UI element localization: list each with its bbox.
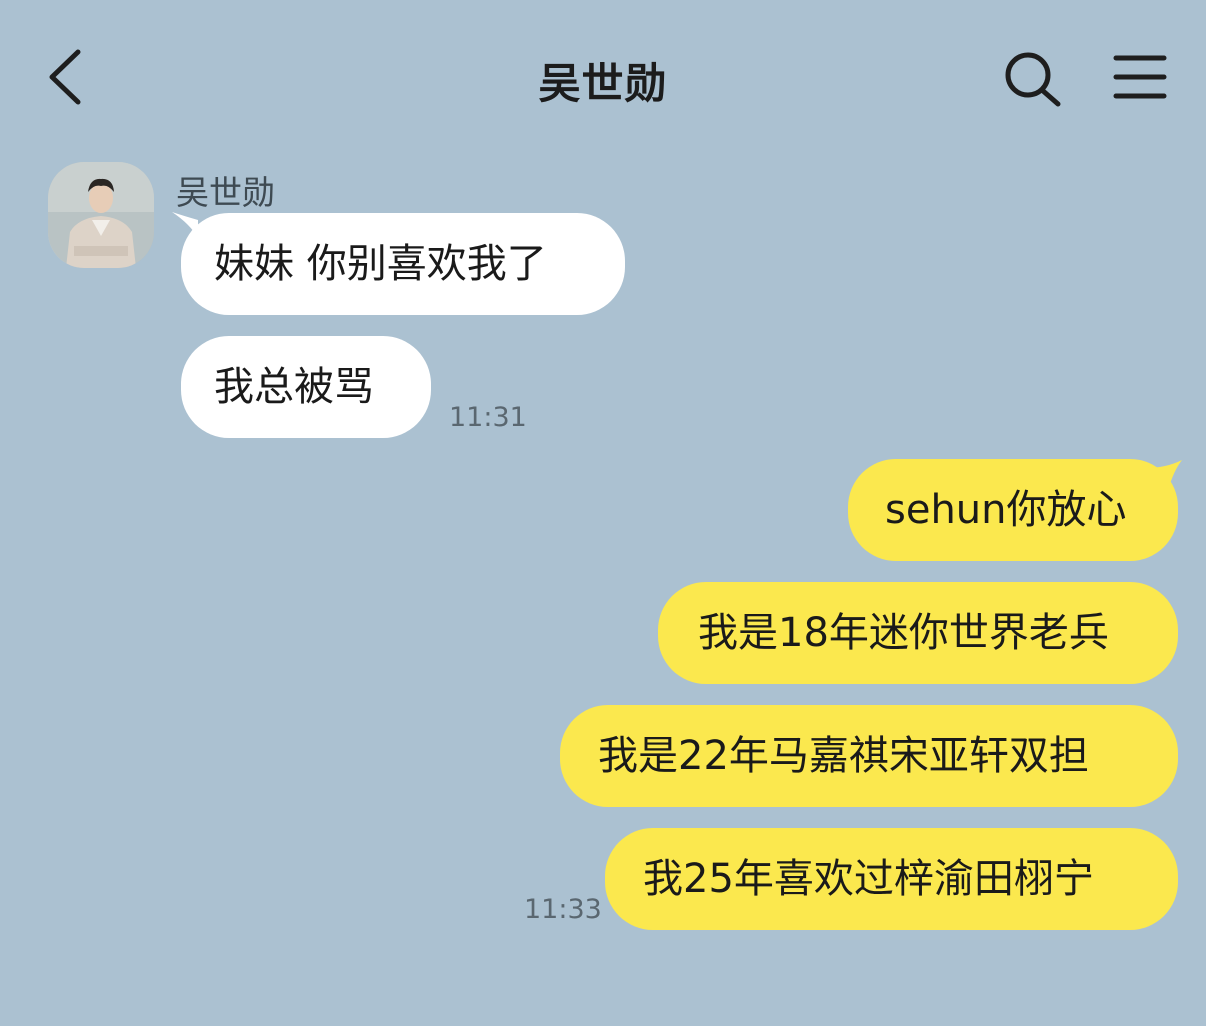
incoming-message: 我总被骂 <box>181 336 431 438</box>
message-text: 我是18年迷你世界老兵 <box>698 610 1109 656</box>
message-text: 我是22年马嘉祺宋亚轩双担 <box>598 733 1089 779</box>
search-button[interactable] <box>1000 48 1066 110</box>
chat-title: 吴世勋 <box>538 59 668 108</box>
outgoing-message: 我是18年迷你世界老兵 <box>658 582 1178 684</box>
message-text: 妹妹 你别喜欢我了 <box>214 241 547 287</box>
message-text: 我总被骂 <box>214 364 374 410</box>
outgoing-message: sehun你放心 <box>848 459 1178 561</box>
chevron-left-icon <box>49 49 81 105</box>
avatar-photo <box>48 162 154 268</box>
back-button[interactable] <box>40 46 96 108</box>
menu-button[interactable] <box>1112 52 1168 104</box>
outgoing-message: 我25年喜欢过梓渝田栩宁 <box>605 828 1178 930</box>
chat-header: 吴世勋 <box>0 0 1206 150</box>
hamburger-menu-icon <box>1113 55 1167 99</box>
search-icon <box>1005 52 1061 107</box>
incoming-message: 妹妹 你别喜欢我了 <box>181 213 625 315</box>
message-text: 我25年喜欢过梓渝田栩宁 <box>643 856 1094 902</box>
message-timestamp: 11:31 <box>449 402 527 433</box>
sender-name: 吴世勋 <box>176 173 275 212</box>
outgoing-message: 我是22年马嘉祺宋亚轩双担 <box>560 705 1178 807</box>
avatar[interactable] <box>48 162 154 268</box>
message-text: sehun你放心 <box>885 487 1127 533</box>
message-timestamp: 11:33 <box>524 894 602 925</box>
